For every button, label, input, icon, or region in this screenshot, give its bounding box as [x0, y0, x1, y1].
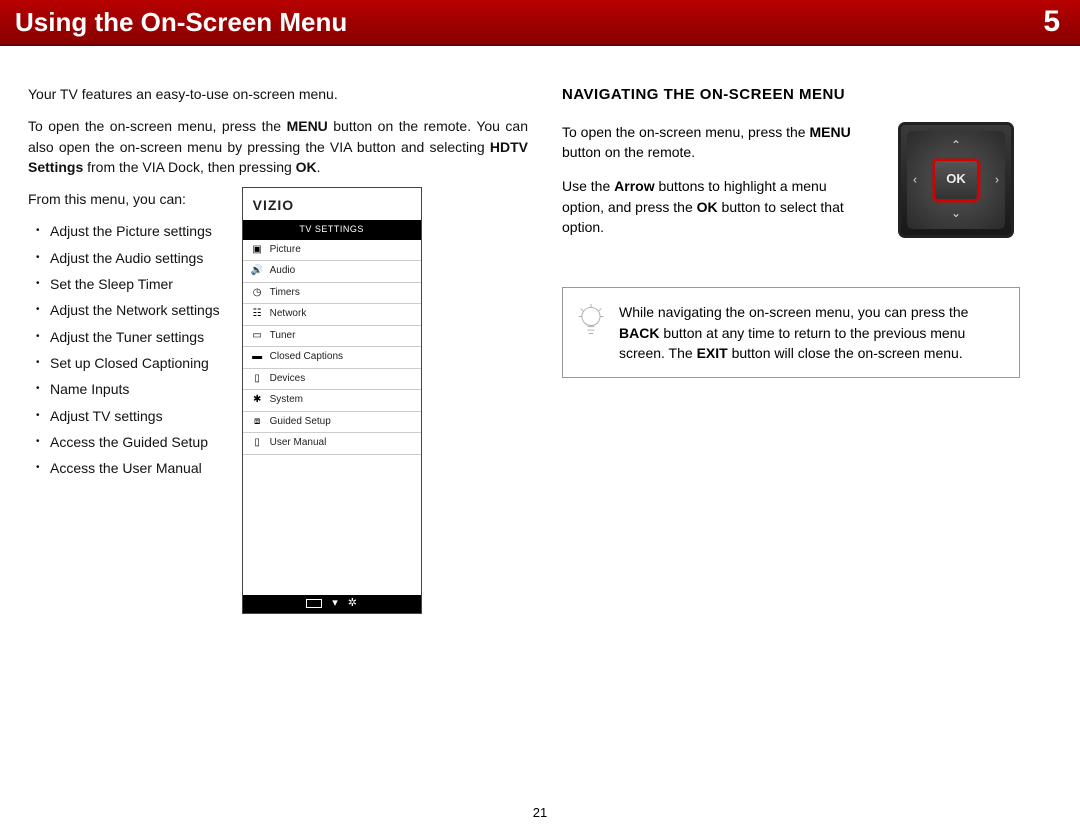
- tv-menu-item: ✱System: [243, 390, 421, 412]
- network-icon: ☷: [252, 309, 263, 320]
- tip-callout: While navigating the on-screen menu, you…: [562, 287, 1020, 378]
- ok-button: OK: [933, 159, 979, 201]
- intro-text-1: Your TV features an easy-to-use on-scree…: [28, 84, 528, 104]
- right-column: NAVIGATING THE ON-SCREEN MENU To open th…: [562, 84, 1060, 614]
- nav-para-2: Use the Arrow buttons to highlight a men…: [562, 176, 862, 237]
- list-item: Adjust the Audio settings: [50, 248, 220, 268]
- tv-menu-footer: ▾ ✲: [243, 595, 421, 613]
- footer-wide-icon: [306, 599, 322, 608]
- tv-menu-item: ▯Devices: [243, 369, 421, 391]
- manual-icon: ▯: [252, 438, 263, 449]
- devices-icon: ▯: [252, 373, 263, 384]
- list-item: Set the Sleep Timer: [50, 274, 220, 294]
- tip-text: While navigating the on-screen menu, you…: [619, 302, 1001, 363]
- footer-v-icon: ▾: [332, 596, 338, 612]
- menu-capabilities-list: Adjust the Picture settings Adjust the A…: [28, 221, 220, 478]
- tv-brand-logo: VIZIO: [243, 188, 421, 220]
- nav-para-1: To open the on-screen menu, press the ME…: [562, 122, 862, 163]
- lightbulb-icon: [577, 304, 605, 343]
- list-item: Adjust TV settings: [50, 406, 220, 426]
- section-heading: NAVIGATING THE ON-SCREEN MENU: [562, 84, 1060, 106]
- tv-menu-item: 🔊Audio: [243, 261, 421, 283]
- gear-icon: ✱: [252, 395, 263, 406]
- list-item: Adjust the Tuner settings: [50, 327, 220, 347]
- arrow-down-icon: ⌄: [951, 205, 961, 222]
- remote-dpad: ⌃ ⌄ ‹ › OK: [898, 122, 1014, 238]
- tv-menu-item: ⧈Guided Setup: [243, 412, 421, 434]
- tv-menu-item: ◷Timers: [243, 283, 421, 305]
- setup-icon: ⧈: [252, 416, 263, 427]
- tv-menu-heading: TV SETTINGS: [243, 220, 421, 239]
- arrow-right-icon: ›: [995, 171, 999, 188]
- tv-menu-item: ▣Picture: [243, 240, 421, 262]
- tv-settings-menu: VIZIO TV SETTINGS ▣Picture 🔊Audio ◷Timer…: [242, 187, 422, 613]
- list-item: Name Inputs: [50, 379, 220, 399]
- tv-menu-item: ▬Closed Captions: [243, 347, 421, 369]
- left-column: Your TV features an easy-to-use on-scree…: [28, 84, 528, 614]
- from-this-menu: From this menu, you can:: [28, 189, 220, 209]
- arrow-left-icon: ‹: [913, 171, 917, 188]
- page-number: 21: [533, 805, 547, 820]
- list-item: Access the User Manual: [50, 458, 220, 478]
- intro-text-2: To open the on-screen menu, press the ME…: [28, 116, 528, 177]
- list-item: Adjust the Picture settings: [50, 221, 220, 241]
- footer-gear-icon: ✲: [348, 596, 357, 612]
- tv-menu-item: ▭Tuner: [243, 326, 421, 348]
- tv-menu-item: ☷Network: [243, 304, 421, 326]
- tv-menu-item: ▯User Manual: [243, 433, 421, 455]
- page-title: Using the On-Screen Menu: [15, 7, 347, 38]
- cc-icon: ▬: [252, 352, 263, 363]
- list-item: Access the Guided Setup: [50, 432, 220, 452]
- speaker-icon: 🔊: [252, 266, 263, 277]
- chapter-number: 5: [1043, 5, 1060, 39]
- tuner-icon: ▭: [252, 330, 263, 341]
- list-item: Set up Closed Captioning: [50, 353, 220, 373]
- arrow-up-icon: ⌃: [951, 137, 961, 154]
- chapter-banner: Using the On-Screen Menu 5: [0, 0, 1080, 46]
- list-item: Adjust the Network settings: [50, 300, 220, 320]
- picture-icon: ▣: [252, 244, 263, 255]
- clock-icon: ◷: [252, 287, 263, 298]
